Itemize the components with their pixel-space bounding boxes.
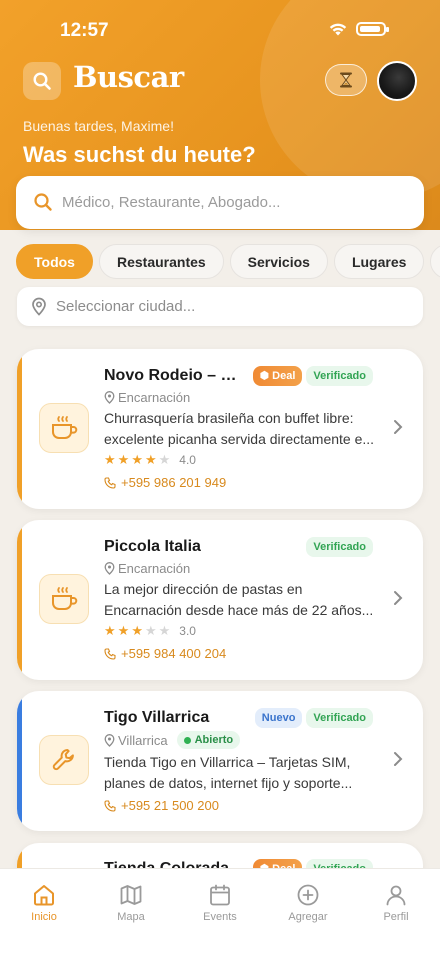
plus-circle-icon <box>297 884 319 906</box>
star-icon: ★ <box>158 452 171 467</box>
badge-group: Nuevo Verificado <box>254 708 373 728</box>
phone-link[interactable]: +595 21 500 200 <box>104 798 219 813</box>
phone-link[interactable]: +595 986 201 949 <box>104 475 226 490</box>
star-icon: ★ <box>104 623 116 638</box>
star-icon: ★ <box>144 623 157 638</box>
open-status-badge: Abierto <box>176 731 241 749</box>
star-icon: ★ <box>117 452 130 467</box>
status-time: 12:57 <box>60 20 109 41</box>
chip-lugares[interactable]: Lugares <box>333 244 425 279</box>
chevron-right-icon[interactable] <box>393 419 403 435</box>
listing-card[interactable]: Tigo Villarrica Nuevo Verificado Villarr… <box>17 691 423 831</box>
home-icon <box>34 885 54 906</box>
listing-card[interactable]: Novo Rodeio – Re... ⬢ Deal Verificado En… <box>17 349 423 509</box>
category-bar <box>17 349 22 509</box>
star-icon: ★ <box>104 452 116 467</box>
location-pin-icon <box>104 733 115 747</box>
star-icon: ★ <box>117 623 130 638</box>
search-box <box>16 176 424 229</box>
phone-link[interactable]: +595 984 400 204 <box>104 646 226 661</box>
star-icon: ★ <box>144 452 157 467</box>
badge-group: Verificado <box>306 537 373 557</box>
category-bar <box>17 691 22 831</box>
page-title: Buscar <box>73 60 184 94</box>
tab-mapa[interactable]: Mapa <box>91 883 171 923</box>
tab-events[interactable]: Events <box>180 883 260 923</box>
city-select-placeholder: Seleccionar ciudad... <box>56 298 196 315</box>
avatar[interactable] <box>377 61 417 101</box>
listing-location: Villarrica Abierto <box>104 731 241 749</box>
listing-description: Tienda Tigo en Villarrica – Tarjetas SIM… <box>104 754 353 791</box>
wrench-icon <box>52 749 74 771</box>
deal-badge: ⬢ Deal <box>252 366 303 386</box>
hourglass-icon <box>340 72 352 88</box>
search-icon <box>34 193 52 211</box>
tab-bar: Inicio Mapa Events Agregar Perfil <box>0 868 440 954</box>
phone-icon <box>104 647 116 660</box>
badge-group: ⬢ Deal Verificado <box>252 366 373 386</box>
wifi-icon <box>329 23 347 36</box>
star-icon: ★ <box>131 623 143 638</box>
rating: ★ ★ ★ ★ ★ 3.0 <box>104 623 196 639</box>
user-icon <box>386 885 406 906</box>
star-icon: ★ <box>158 623 171 638</box>
location-pin-icon <box>104 562 115 575</box>
phone-icon <box>104 476 116 489</box>
category-bar <box>17 520 22 680</box>
search-button[interactable] <box>23 62 61 100</box>
city-select[interactable]: Seleccionar ciudad... <box>17 287 423 326</box>
new-badge: Nuevo <box>254 708 303 728</box>
tab-agregar[interactable]: Agregar <box>268 883 348 923</box>
category-tile <box>39 735 89 785</box>
calendar-icon <box>210 884 230 906</box>
verified-badge: Verificado <box>306 537 373 557</box>
rating: ★ ★ ★ ★ ★ 4.0 <box>104 452 196 468</box>
verified-badge: Verificado <box>306 366 373 386</box>
chevron-right-icon[interactable] <box>393 590 403 606</box>
hourglass-button[interactable] <box>325 64 367 96</box>
status-bar: 12:57 <box>0 18 440 44</box>
chip-todos[interactable]: Todos <box>16 244 93 279</box>
location-pin-icon <box>104 391 115 404</box>
star-icon: ★ <box>131 452 143 467</box>
coffee-cup-icon <box>52 416 78 439</box>
headline: Was suchst du heute? <box>23 142 256 167</box>
chip-restaurantes[interactable]: Restaurantes <box>98 244 224 279</box>
category-tile <box>39 403 89 453</box>
rating-value: 4.0 <box>179 453 196 467</box>
listing-name: Novo Rodeio – Re... <box>104 367 246 384</box>
battery-icon <box>356 22 389 36</box>
greeting-text: Buenas tardes, Maxime! <box>23 118 174 134</box>
listing-description: Churrasquería brasileña con buffet libre… <box>104 410 375 447</box>
chip-more[interactable]: A <box>430 244 440 279</box>
tab-perfil[interactable]: Perfil <box>356 883 436 923</box>
listing-location: Encarnación <box>104 561 190 576</box>
category-chips: TodosRestaurantesServiciosLugaresA <box>16 244 440 280</box>
chevron-right-icon[interactable] <box>393 751 403 767</box>
map-icon <box>120 885 142 905</box>
search-input[interactable] <box>62 189 402 215</box>
listing-card[interactable]: Piccola Italia Verificado Encarnación La… <box>17 520 423 680</box>
listing-name: Piccola Italia <box>104 538 201 555</box>
location-pin-icon <box>32 297 46 316</box>
listing-description: La mejor dirección de pastas en Encarnac… <box>104 581 374 618</box>
tab-inicio[interactable]: Inicio <box>4 883 84 923</box>
rating-value: 3.0 <box>179 624 196 638</box>
phone-icon <box>104 799 116 812</box>
listing-location: Encarnación <box>104 390 190 405</box>
chip-servicios[interactable]: Servicios <box>229 244 328 279</box>
search-icon <box>33 72 51 90</box>
coffee-cup-icon <box>52 587 78 610</box>
verified-badge: Verificado <box>306 708 373 728</box>
category-tile <box>39 574 89 624</box>
